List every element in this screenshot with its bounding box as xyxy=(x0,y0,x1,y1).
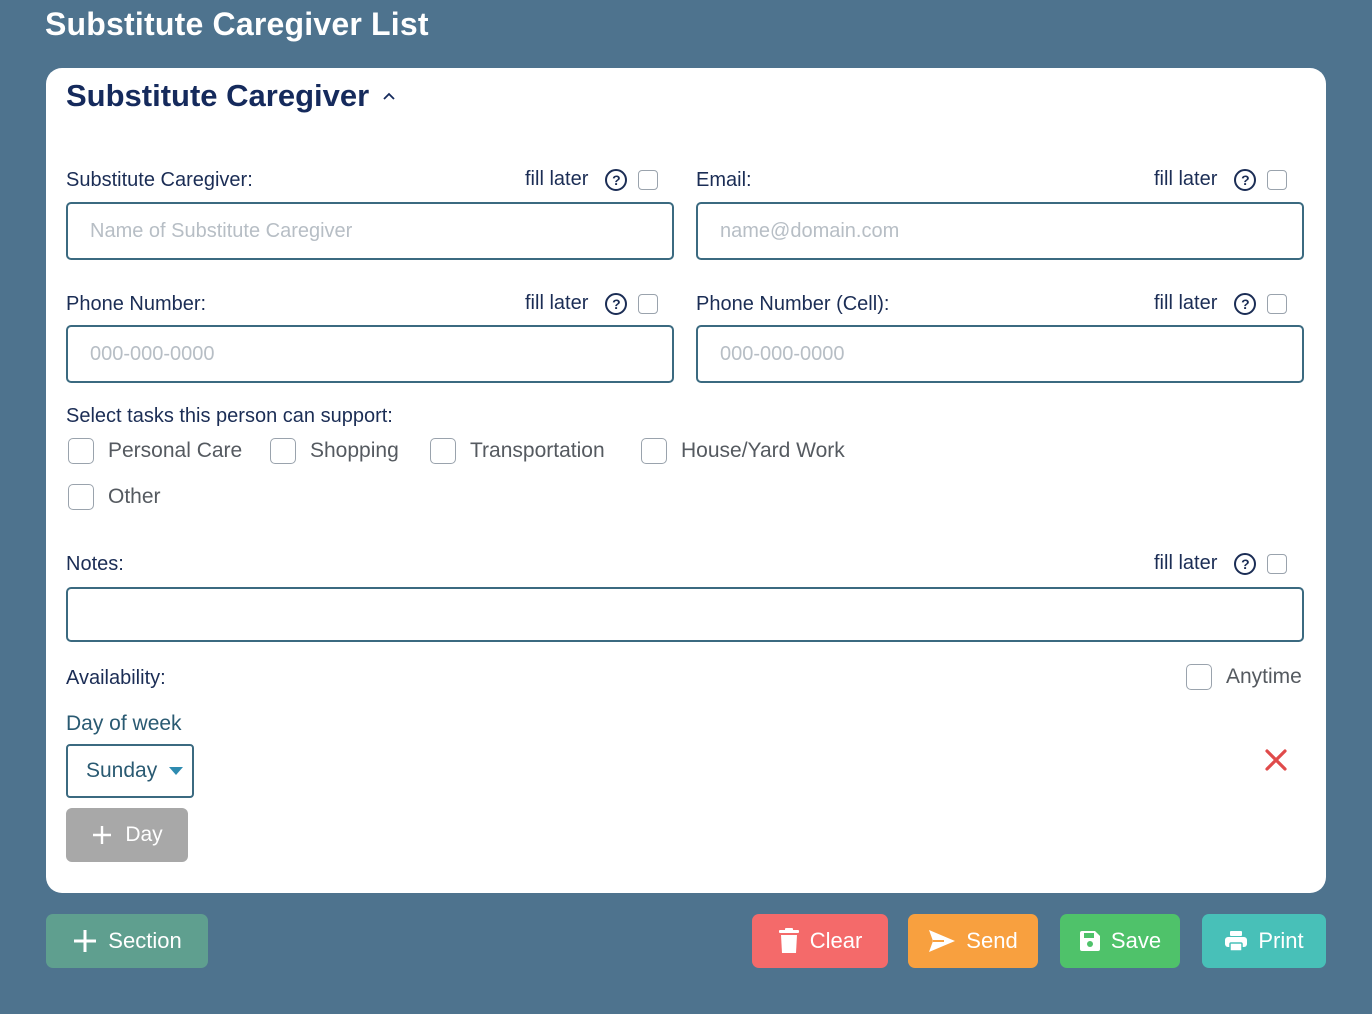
help-icon[interactable]: ? xyxy=(605,168,628,191)
anytime-label: Anytime xyxy=(1226,665,1302,688)
save-label: Save xyxy=(1110,928,1162,953)
notes-fill-later: fill later ? xyxy=(1154,552,1288,575)
phone-label: Phone Number: xyxy=(66,293,207,315)
phone-fill-later: fill later ? xyxy=(525,292,659,315)
plus-icon xyxy=(74,930,97,952)
save-button[interactable]: Save xyxy=(1060,914,1180,968)
close-icon[interactable] xyxy=(1262,746,1290,774)
task-shopping[interactable]: Shopping xyxy=(270,438,399,464)
section-header[interactable]: Substitute Caregiver xyxy=(66,78,397,114)
fill-later-label: fill later xyxy=(1154,292,1218,314)
task-checkbox[interactable] xyxy=(641,438,667,464)
email-fill-later-checkbox[interactable] xyxy=(1267,169,1288,190)
task-checkbox[interactable] xyxy=(68,484,94,510)
help-icon[interactable]: ? xyxy=(605,292,628,315)
task-label: Transportation xyxy=(470,439,605,462)
send-icon xyxy=(929,930,956,952)
clear-button[interactable]: Clear xyxy=(752,914,888,968)
cell-fill-later-checkbox[interactable] xyxy=(1267,293,1288,314)
notes-input[interactable] xyxy=(66,587,1304,642)
add-day-label: Day xyxy=(125,823,163,846)
phone-input[interactable] xyxy=(66,325,674,383)
email-fill-later: fill later ? xyxy=(1154,168,1288,191)
plus-icon xyxy=(93,826,112,844)
print-button[interactable]: Print xyxy=(1202,914,1326,968)
add-day-button[interactable]: Day xyxy=(66,808,188,862)
add-section-label: Section xyxy=(108,928,182,953)
clear-label: Clear xyxy=(809,928,863,953)
trash-icon xyxy=(778,928,799,953)
task-label: Shopping xyxy=(310,439,399,462)
task-transportation[interactable]: Transportation xyxy=(430,438,605,464)
task-house-yard-work[interactable]: House/Yard Work xyxy=(641,438,845,464)
notes-label: Notes: xyxy=(66,553,124,575)
task-other[interactable]: Other xyxy=(68,484,161,510)
anytime-option[interactable]: Anytime xyxy=(1186,664,1302,690)
send-label: Send xyxy=(966,928,1018,953)
fill-later-label: fill later xyxy=(1154,552,1218,574)
anytime-checkbox[interactable] xyxy=(1186,664,1212,690)
email-label: Email: xyxy=(696,169,752,191)
day-of-week-select[interactable]: Sunday xyxy=(66,744,194,798)
notes-fill-later-checkbox[interactable] xyxy=(1267,553,1288,574)
task-checkbox[interactable] xyxy=(68,438,94,464)
substitute-caregiver-card: Substitute Caregiver Substitute Caregive… xyxy=(46,68,1326,893)
caregiver-fill-later: fill later ? xyxy=(525,168,659,191)
section-title: Substitute Caregiver xyxy=(66,78,370,113)
task-checkbox[interactable] xyxy=(270,438,296,464)
chevron-up-icon[interactable] xyxy=(381,88,397,104)
task-personal-care[interactable]: Personal Care xyxy=(68,438,242,464)
help-icon[interactable]: ? xyxy=(1234,552,1257,575)
help-icon[interactable]: ? xyxy=(1234,292,1257,315)
task-label: Other xyxy=(108,485,161,508)
caret-down-icon xyxy=(169,767,184,775)
print-label: Print xyxy=(1258,928,1304,953)
cell-label: Phone Number (Cell): xyxy=(696,293,890,315)
task-checkbox[interactable] xyxy=(430,438,456,464)
save-icon xyxy=(1079,931,1100,951)
cell-fill-later: fill later ? xyxy=(1154,292,1288,315)
caregiver-name-input[interactable] xyxy=(66,202,674,260)
task-label: House/Yard Work xyxy=(681,439,845,462)
caregiver-fill-later-checkbox[interactable] xyxy=(638,169,659,190)
fill-later-label: fill later xyxy=(525,168,589,190)
task-label: Personal Care xyxy=(108,439,243,462)
help-icon[interactable]: ? xyxy=(1234,168,1257,191)
availability-label: Availability: xyxy=(66,667,166,689)
selected-day: Sunday xyxy=(86,759,158,782)
fill-later-label: fill later xyxy=(525,292,589,314)
caregiver-label: Substitute Caregiver: xyxy=(66,169,253,191)
day-of-week-label: Day of week xyxy=(66,712,182,735)
tasks-label: Select tasks this person can support: xyxy=(66,405,393,427)
phone-fill-later-checkbox[interactable] xyxy=(638,293,659,314)
print-icon xyxy=(1225,931,1248,952)
cell-phone-input[interactable] xyxy=(696,325,1304,383)
page-title: Substitute Caregiver List xyxy=(45,6,429,42)
email-input[interactable] xyxy=(696,202,1304,260)
send-button[interactable]: Send xyxy=(908,914,1038,968)
add-section-button[interactable]: Section xyxy=(46,914,208,968)
fill-later-label: fill later xyxy=(1154,168,1218,190)
